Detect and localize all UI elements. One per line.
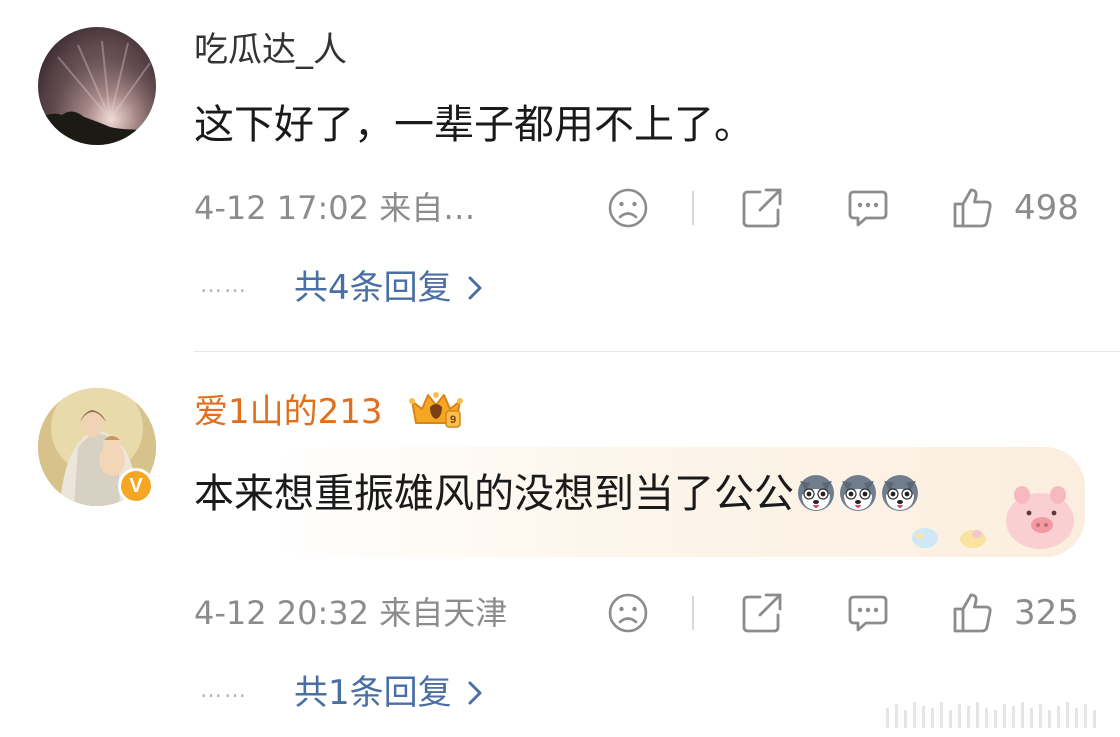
share-button[interactable] [740,588,784,638]
username[interactable]: 吃瓜达_人 [194,28,347,72]
like-button[interactable]: 325 [950,588,1079,638]
replies-dots: …… [200,273,248,298]
sunset-avatar-icon [38,27,156,145]
replies-label: 共1条回复 [294,673,452,713]
share-icon [742,188,782,228]
comment-item: 吃瓜达_人 这下好了，一辈子都用不上了。 4-12 17:02 来自… 498 … [0,0,1120,352]
husky-emoji-icon [840,475,876,511]
comment-item: V 爱1山的213 9 本来想重振雄风的没想到当了公公 4-12 20:32 来… [0,352,1120,737]
comment-text: 本来想重振雄风的没想到当了公公 [194,467,920,521]
avatar[interactable] [38,27,156,145]
comment-text-body: 本来想重振雄风的没想到当了公公 [194,471,794,517]
dislike-button[interactable] [606,588,650,638]
chevron-right-icon [468,681,482,705]
replies-label: 共4条回复 [294,268,452,308]
pastel-cloud-decoration-icon [912,528,938,548]
chevron-right-icon [468,276,482,300]
replies-dots: …… [200,678,248,703]
like-count: 325 [1014,593,1079,633]
timestamp-source: 4-12 20:32 来自天津 [194,594,508,632]
like-button[interactable]: 498 [950,183,1079,233]
thumbs-up-icon [953,188,992,228]
sad-face-icon [608,188,648,228]
husky-emoji-icon [798,475,834,511]
avatar[interactable]: V [38,388,156,506]
vip-crown-badge-icon: 9 [409,392,463,428]
scroll-indicator [886,700,1116,728]
comment-text: 这下好了，一辈子都用不上了。 [194,102,754,148]
thumbs-up-icon [953,593,992,633]
verified-v-badge-icon: V [118,468,154,504]
pastel-bun-decoration-icon [960,530,986,548]
action-divider [692,191,694,225]
comment-button[interactable] [846,183,890,233]
share-button[interactable] [740,183,784,233]
pink-pig-bubble-icon [1006,486,1074,549]
like-count: 498 [1014,188,1079,228]
dislike-button[interactable] [606,183,650,233]
action-divider [692,596,694,630]
share-icon [742,593,782,633]
timestamp-source: 4-12 17:02 来自… [194,189,476,227]
replies-row: …… 共4条回复 [0,263,1120,313]
comment-icon [848,595,888,632]
husky-emoji-icon [882,475,918,511]
username[interactable]: 爱1山的213 [194,390,383,434]
svg-text:9: 9 [450,414,456,426]
view-replies-link[interactable]: 共1条回复 [294,668,484,718]
view-replies-link[interactable]: 共4条回复 [294,263,484,313]
comment-meta-row: 4-12 20:32 来自天津 325 [0,588,1120,638]
comment-meta-row: 4-12 17:02 来自… 498 [0,183,1120,233]
comment-button[interactable] [846,588,890,638]
comment-icon [848,190,888,227]
sad-face-icon [608,593,648,633]
